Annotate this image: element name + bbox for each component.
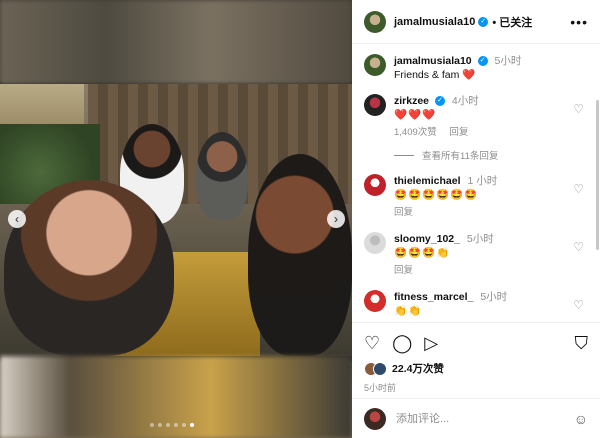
- photo-sign: [0, 84, 84, 128]
- comment-text: ❤️❤️❤️: [394, 109, 437, 121]
- comment-item: thielemichael 1 小时 🤩🤩🤩🤩🤩🤩 回复 ♡: [364, 174, 588, 220]
- comment-like-count[interactable]: 1,409次赞: [394, 127, 437, 138]
- carousel-dot: [182, 423, 186, 427]
- background-blur-top: [0, 0, 352, 84]
- post-header: jamalmusiala10 ✓ • 已关注 •••: [352, 0, 600, 44]
- post-photo[interactable]: [0, 84, 352, 356]
- verified-badge-icon: ✓: [478, 16, 489, 27]
- carousel-next-button[interactable]: ›: [327, 210, 345, 228]
- commenter-username[interactable]: zirkzee: [394, 95, 429, 107]
- comment-like-icon[interactable]: ♡: [573, 102, 584, 116]
- liker-avatar: [373, 361, 387, 376]
- post-actions: ♡ ◯ ▷ ⛉ 22.4万次赞 5小时前: [352, 322, 600, 394]
- comment-like-icon[interactable]: ♡: [573, 298, 584, 312]
- view-replies-link[interactable]: 查看所有11条回复: [394, 148, 588, 162]
- carousel-dots: [150, 423, 194, 427]
- commenter-avatar[interactable]: [364, 174, 386, 196]
- current-user-avatar: [364, 407, 386, 430]
- commenter-username[interactable]: fitness_marcel_: [394, 291, 473, 303]
- comment-time: 4小时: [451, 95, 479, 107]
- caption-time: 5小时: [494, 55, 522, 67]
- post-side-panel: jamalmusiala10 ✓ • 已关注 ••• jamalmusiala1…: [352, 0, 600, 438]
- emoji-picker-icon[interactable]: ☺: [574, 411, 588, 427]
- carousel-dot: [190, 423, 194, 427]
- bookmark-icon[interactable]: ⛉: [575, 333, 589, 353]
- comment-time: 5小时: [480, 291, 508, 303]
- comment-like-icon[interactable]: ♡: [573, 240, 584, 254]
- comment-reply-button[interactable]: 回复: [394, 207, 413, 218]
- comment-text: 🤩🤩🤩🤩🤩🤩: [394, 189, 479, 201]
- comment-text: 👏👏: [394, 305, 423, 317]
- caption-text: Friends & fam ❤️: [394, 69, 476, 81]
- post-media-area: ‹ ›: [0, 0, 352, 438]
- follow-status-label: 已关注: [499, 16, 533, 29]
- carousel-dot: [174, 423, 178, 427]
- photo-person-cap: [196, 132, 248, 220]
- comment-item: fitness_marcel_ 5小时 👏👏 ♡: [364, 290, 588, 318]
- commenter-avatar[interactable]: [364, 290, 386, 312]
- commenter-avatar[interactable]: [364, 232, 386, 254]
- post-timestamp: 5小时前: [364, 383, 397, 393]
- photo-person-right: [248, 154, 352, 356]
- comment-time: 5小时: [466, 233, 494, 245]
- comment-item: sloomy_102_ 5小时 🤩🤩🤩👏 回复 ♡: [364, 232, 588, 278]
- comment-reply-button[interactable]: 回复: [449, 127, 468, 138]
- follow-status-button[interactable]: • 已关注: [492, 14, 532, 30]
- add-comment-bar: ☺: [352, 398, 600, 438]
- likes-summary[interactable]: 22.4万次赞: [364, 361, 588, 376]
- comment-input[interactable]: [396, 412, 574, 425]
- comments-list[interactable]: jamalmusiala10 ✓ 5小时 Friends & fam ❤️ zi…: [352, 44, 600, 320]
- more-options-icon[interactable]: •••: [570, 14, 588, 30]
- comment-item: zirkzee ✓ 4小时 ❤️❤️❤️ 1,409次赞 回复 ♡: [364, 94, 588, 140]
- caption-author-avatar[interactable]: [364, 54, 386, 76]
- photo-person-left: [4, 180, 174, 356]
- caption: jamalmusiala10 ✓ 5小时 Friends & fam ❤️: [364, 44, 588, 82]
- comment-icon[interactable]: ◯: [392, 333, 412, 353]
- carousel-dot: [158, 423, 162, 427]
- author-avatar[interactable]: [364, 10, 386, 33]
- commenter-avatar[interactable]: [364, 94, 386, 116]
- comment-time: 1 小时: [467, 175, 498, 187]
- comment-reply-button[interactable]: 回复: [394, 265, 413, 276]
- like-icon[interactable]: ♡: [364, 333, 380, 353]
- author-username[interactable]: jamalmusiala10: [394, 16, 475, 28]
- comments-scrollbar[interactable]: [596, 100, 599, 250]
- carousel-prev-button[interactable]: ‹: [8, 210, 26, 228]
- verified-badge-icon: ✓: [434, 96, 445, 107]
- caption-username[interactable]: jamalmusiala10: [394, 55, 472, 67]
- commenter-username[interactable]: thielemichael: [394, 175, 461, 187]
- like-count[interactable]: 22.4万次赞: [392, 361, 444, 376]
- comment-text: 🤩🤩🤩👏: [394, 247, 451, 259]
- carousel-dot: [166, 423, 170, 427]
- verified-badge-icon: ✓: [477, 56, 488, 67]
- view-replies-label: 查看所有11条回复: [422, 151, 499, 162]
- commenter-username[interactable]: sloomy_102_: [394, 233, 460, 245]
- comment-like-icon[interactable]: ♡: [573, 182, 584, 196]
- carousel-dot: [150, 423, 154, 427]
- share-icon[interactable]: ▷: [424, 333, 438, 353]
